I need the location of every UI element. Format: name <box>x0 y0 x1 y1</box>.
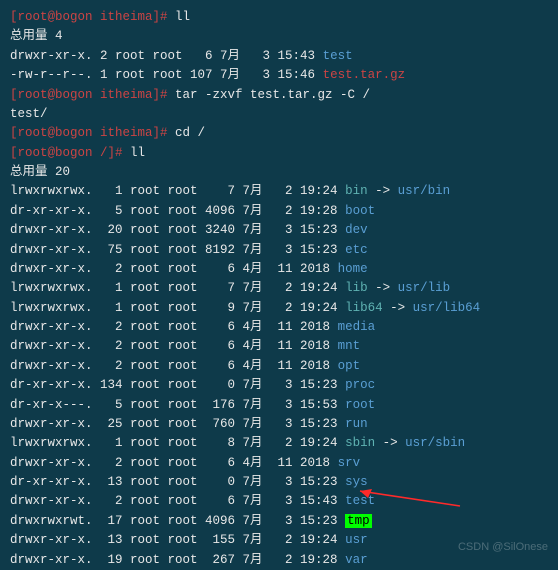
terminal-output[interactable]: [root@bogon itheima]# ll 总用量 4 drwxr-xr-x.… <box>10 8 548 570</box>
terminal-line: lrwxrwxrwx. 1 root root 9 7月 2 19:24 lib… <box>10 299 548 318</box>
symlink-arrow: -> <box>375 436 405 450</box>
file-attrs: drwxr-xr-x. 2 root root 6 4月 11 2018 <box>10 359 338 373</box>
terminal-line: [root@bogon itheima]# cd / <box>10 124 548 143</box>
file-name: usr <box>345 533 368 547</box>
file-name: test <box>345 494 375 508</box>
terminal-line: lrwxrwxrwx. 1 root root 8 7月 2 19:24 sbi… <box>10 434 548 453</box>
file-attrs: drwxr-xr-x. 2 root root 6 4月 11 2018 <box>10 456 338 470</box>
file-attrs: drwxr-xr-x. 75 root root 8192 7月 3 15:23 <box>10 243 345 257</box>
command-text: tar -zxvf test.tar.gz -C / <box>175 88 370 102</box>
file-attrs: lrwxrwxrwx. 1 root root 9 7月 2 19:24 <box>10 301 345 315</box>
file-name: sys <box>345 475 368 489</box>
terminal-line: 总用量 20 <box>10 163 548 182</box>
terminal-line: drwxr-xr-x. 75 root root 8192 7月 3 15:23… <box>10 241 548 260</box>
file-name: test <box>323 49 353 63</box>
command-text: cd / <box>175 126 205 140</box>
file-attrs: drwxr-xr-x. 2 root root 6 7月 3 15:43 <box>10 494 345 508</box>
file-name: root <box>345 398 375 412</box>
symlink-target: usr/sbin <box>405 436 465 450</box>
terminal-line: dr-xr-xr-x. 5 root root 4096 7月 2 19:28 … <box>10 202 548 221</box>
file-attrs: drwxr-xr-x. 2 root root 6 4月 11 2018 <box>10 320 338 334</box>
terminal-line: drwxr-xr-x. 20 root root 3240 7月 3 15:23… <box>10 221 548 240</box>
total-line: 总用量 20 <box>10 165 70 179</box>
symlink-target: usr/bin <box>398 184 451 198</box>
command-text: ll <box>175 10 190 24</box>
file-attrs: dr-xr-xr-x. 5 root root 4096 7月 2 19:28 <box>10 204 345 218</box>
file-name: bin <box>345 184 368 198</box>
file-attrs: lrwxrwxrwx. 1 root root 8 7月 2 19:24 <box>10 436 345 450</box>
file-attrs: dr-xr-x---. 5 root root 176 7月 3 15:53 <box>10 398 345 412</box>
file-attrs: drwxrwxrwt. 17 root root 4096 7月 3 15:23 <box>10 514 345 528</box>
terminal-line: drwxr-xr-x. 2 root root 6 7月 3 15:43 tes… <box>10 47 548 66</box>
symlink-arrow: -> <box>383 301 413 315</box>
file-name: test.tar.gz <box>323 68 406 82</box>
terminal-line: drwxr-xr-x. 2 root root 6 4月 11 2018 mnt <box>10 337 548 356</box>
file-attrs: drwxr-xr-x. 2 root root 6 4月 11 2018 <box>10 339 338 353</box>
file-name: opt <box>338 359 361 373</box>
terminal-line: drwxr-xr-x. 2 root root 6 4月 11 2018 hom… <box>10 260 548 279</box>
terminal-line: drwxrwxrwt. 17 root root 4096 7月 3 15:23… <box>10 512 548 531</box>
file-name: home <box>338 262 368 276</box>
file-name: lib64 <box>345 301 383 315</box>
terminal-line: lrwxrwxrwx. 1 root root 7 7月 2 19:24 lib… <box>10 279 548 298</box>
terminal-line: 总用量 4 <box>10 27 548 46</box>
watermark-text: CSDN @SilOnese <box>458 539 548 556</box>
file-name: sbin <box>345 436 375 450</box>
terminal-line: drwxr-xr-x. 2 root root 6 4月 11 2018 opt <box>10 357 548 376</box>
symlink-target: usr/lib64 <box>413 301 481 315</box>
file-attrs: drwxr-xr-x. 20 root root 3240 7月 3 15:23 <box>10 223 345 237</box>
terminal-line: dr-xr-x---. 5 root root 176 7月 3 15:53 r… <box>10 396 548 415</box>
file-name: boot <box>345 204 375 218</box>
shell-prompt: [root@bogon itheima]# <box>10 10 175 24</box>
file-attrs: lrwxrwxrwx. 1 root root 7 7月 2 19:24 <box>10 281 345 295</box>
file-name: tmp <box>345 514 372 528</box>
file-name: dev <box>345 223 368 237</box>
file-attrs: -rw-r--r--. 1 root root 107 7月 3 15:46 <box>10 68 323 82</box>
file-attrs: drwxr-xr-x. 25 root root 760 7月 3 15:23 <box>10 417 345 431</box>
terminal-line: lrwxrwxrwx. 1 root root 7 7月 2 19:24 bin… <box>10 182 548 201</box>
command-text: ll <box>130 146 145 160</box>
file-name: srv <box>338 456 361 470</box>
terminal-line: dr-xr-xr-x. 13 root root 0 7月 3 15:23 sy… <box>10 473 548 492</box>
file-attrs: lrwxrwxrwx. 1 root root 7 7月 2 19:24 <box>10 184 345 198</box>
terminal-line: drwxr-xr-x. 2 root root 6 4月 11 2018 srv <box>10 454 548 473</box>
file-name: mnt <box>338 339 361 353</box>
shell-prompt: [root@bogon itheima]# <box>10 126 175 140</box>
terminal-line: drwxr-xr-x. 25 root root 760 7月 3 15:23 … <box>10 415 548 434</box>
file-attrs: drwxr-xr-x. 2 root root 6 7月 3 15:43 <box>10 49 323 63</box>
file-name: proc <box>345 378 375 392</box>
terminal-line: -rw-r--r--. 1 root root 107 7月 3 15:46 t… <box>10 66 548 85</box>
file-name: lib <box>345 281 368 295</box>
shell-prompt: [root@bogon /]# <box>10 146 130 160</box>
total-line: 总用量 4 <box>10 29 63 43</box>
file-attrs: drwxr-xr-x. 2 root root 6 4月 11 2018 <box>10 262 338 276</box>
terminal-line: dr-xr-xr-x. 134 root root 0 7月 3 15:23 p… <box>10 376 548 395</box>
file-attrs: dr-xr-xr-x. 134 root root 0 7月 3 15:23 <box>10 378 345 392</box>
shell-prompt: [root@bogon itheima]# <box>10 88 175 102</box>
symlink-target: usr/lib <box>398 281 451 295</box>
file-attrs: drwxr-xr-x. 13 root root 155 7月 2 19:24 <box>10 533 345 547</box>
terminal-line: drwxr-xr-x. 2 root root 6 7月 3 15:43 tes… <box>10 492 548 511</box>
symlink-arrow: -> <box>368 184 398 198</box>
terminal-line: [root@bogon itheima]# ll <box>10 8 548 27</box>
tar-output: test/ <box>10 107 48 121</box>
terminal-line: test/ <box>10 105 548 124</box>
file-attrs: dr-xr-xr-x. 13 root root 0 7月 3 15:23 <box>10 475 345 489</box>
file-name: etc <box>345 243 368 257</box>
file-name: run <box>345 417 368 431</box>
symlink-arrow: -> <box>368 281 398 295</box>
file-name: media <box>338 320 376 334</box>
terminal-line: [root@bogon itheima]# tar -zxvf test.tar… <box>10 86 548 105</box>
terminal-line: [root@bogon /]# ll <box>10 144 548 163</box>
terminal-line: drwxr-xr-x. 2 root root 6 4月 11 2018 med… <box>10 318 548 337</box>
